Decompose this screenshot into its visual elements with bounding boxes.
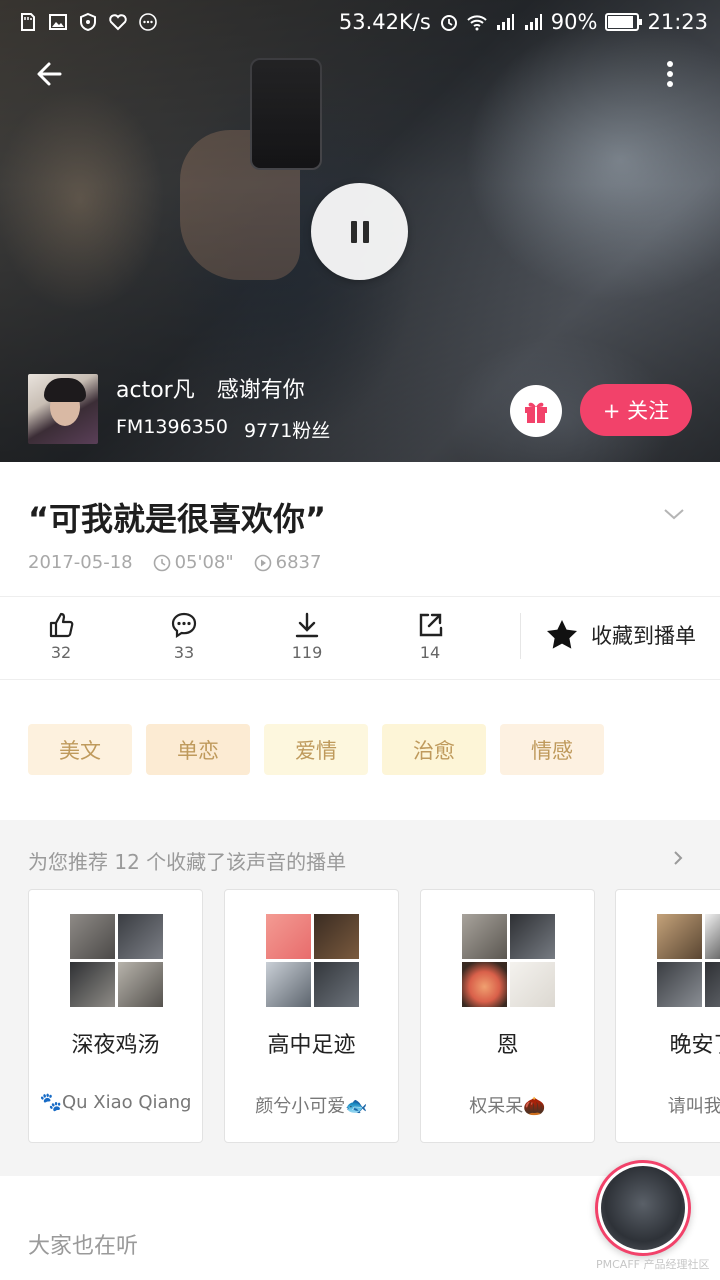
recommend-header[interactable]: 为您推荐 12 个收藏了该声音的播单 [28,846,346,875]
tag-item[interactable]: 爱情 [264,724,368,775]
heart-shield-icon [109,14,127,31]
tag-item[interactable]: 单恋 [146,724,250,775]
recommended-playlists: 为您推荐 12 个收藏了该声音的播单 深夜鸡汤 🐾Qu Xiao Qiang 高… [0,820,720,1176]
download-icon [295,612,319,638]
also-listening-title: 大家也在听 [28,1234,139,1259]
status-bar: 53.42K/s 90% 21:23 [0,0,720,44]
more-vertical-icon [667,61,673,87]
player-hero: 53.42K/s 90% 21:23 actor凡 感谢有你 FM1396350… [0,0,720,462]
playlist-cover [657,914,720,1007]
comment-icon [171,612,197,639]
tag-item[interactable]: 情感 [500,724,604,775]
thumbs-up-icon [49,612,74,638]
wifi-icon [467,15,487,31]
host-fans: 9771粉丝 [243,419,331,442]
share-button[interactable]: 14 [398,611,462,662]
track-date: 2017-05-18 [28,552,133,573]
gift-button[interactable] [510,385,562,437]
host-fm-id: FM1396350 [116,415,228,438]
recommend-more-button[interactable] [668,848,688,868]
host-info[interactable]: actor凡 感谢有你 FM1396350 9771粉丝 [28,374,330,444]
playlist-card[interactable]: 恩 权呆呆🌰 [420,889,595,1143]
comment-count: 33 [173,643,195,662]
share-count: 14 [419,643,441,662]
collect-to-playlist-button[interactable]: 收藏到播单 [545,618,696,652]
action-bar: 32 33 119 14 收藏到播单 [0,596,720,680]
play-count-icon [254,554,271,571]
like-button[interactable]: 32 [29,611,93,662]
tag-list: 美文 单恋 爱情 治愈 情感 [28,724,604,775]
playlist-cover [266,914,359,1007]
gift-icon [525,402,547,423]
expand-button[interactable] [660,500,688,528]
mini-player-disc[interactable] [595,1160,691,1256]
playlist-title: 恩 [496,1033,519,1058]
playlist-author: 权呆呆🌰 [469,1096,546,1117]
host-avatar[interactable] [28,374,98,444]
playlist-card[interactable]: 高中足迹 颜兮小可爱🐟 [224,889,399,1143]
battery-icon [605,13,643,31]
play-pause-button[interactable] [311,183,408,280]
playlist-author: 🐾Qu Xiao Qiang [39,1092,192,1113]
back-button[interactable] [28,54,72,94]
playlist-card[interactable]: 晚安了 请叫我M [615,889,720,1143]
download-button[interactable]: 119 [275,611,339,662]
signal-icon [524,14,542,30]
track-duration: 05'08" [174,552,234,573]
follow-button[interactable]: + 关注 [580,384,692,436]
action-divider [520,613,521,659]
track-title: “可我就是很喜欢你” [28,500,327,538]
playlist-cover [462,914,555,1007]
share-icon [419,613,443,637]
tag-item[interactable]: 治愈 [382,724,486,775]
clock: 21:23 [647,10,708,34]
battery-level [608,16,634,28]
mini-player-cover [601,1166,685,1250]
playlist-cover [70,914,163,1007]
chevron-down-icon [664,509,684,520]
playlist-title: 晚安了 [669,1033,720,1058]
network-speed: 53.42K/s [338,10,431,34]
clock-icon [153,554,170,571]
playlist-title: 高中足迹 [267,1033,356,1058]
more-dots-icon [139,13,157,31]
playlist-title: 深夜鸡汤 [71,1033,160,1058]
battery-percent: 90% [550,10,598,34]
collect-label: 收藏到播单 [591,624,696,648]
tag-item[interactable]: 美文 [28,724,132,775]
playlist-card[interactable]: 深夜鸡汤 🐾Qu Xiao Qiang [28,889,203,1143]
like-count: 32 [50,643,72,662]
chevron-right-icon [674,851,683,865]
alarm-icon [440,15,457,31]
shield-icon [80,12,96,32]
host-name[interactable]: actor凡 感谢有你 [116,376,330,406]
back-arrow-icon [37,62,62,86]
playlist-author: 请叫我M [667,1096,720,1117]
playlist-author: 颜兮小可爱🐟 [255,1096,368,1117]
pause-icon [350,220,369,243]
comment-button[interactable]: 33 [152,611,216,662]
more-button[interactable] [652,54,688,94]
image-icon [49,14,67,30]
track-plays: 6837 [275,552,322,573]
watermark: PMCAFF 产品经理社区 [596,1258,710,1271]
signal-icon [496,14,514,30]
sd-card-icon [21,13,35,31]
track-meta: 2017-05-18 05'08" 6837 [28,552,341,573]
star-icon [547,620,577,649]
download-count: 119 [291,643,323,662]
